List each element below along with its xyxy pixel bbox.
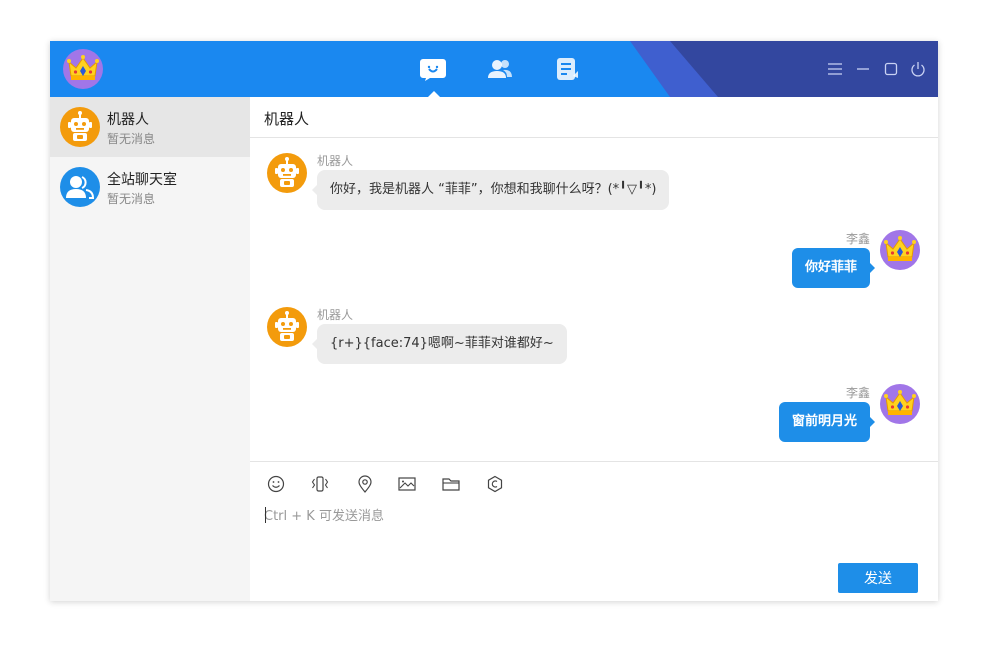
notes-icon: [557, 58, 578, 80]
chat-header: 机器人: [250, 97, 938, 138]
message-bubble-incoming: {r+}{face:74}嗯啊~菲菲对谁都好~: [312, 324, 567, 364]
chat-bubble-icon: [420, 59, 446, 81]
robot-avatar: [60, 107, 100, 147]
code-button[interactable]: [485, 474, 505, 494]
conversation-name: 全站聊天室: [107, 172, 177, 188]
crown-icon: [880, 230, 920, 270]
contacts-icon: [488, 60, 512, 78]
conversation-item-robot[interactable]: 机器人 暂无消息: [50, 97, 250, 157]
sender-name: 李鑫: [845, 232, 870, 246]
group-icon: [66, 176, 95, 199]
shake-icon: [311, 476, 329, 492]
location-button[interactable]: [355, 474, 375, 494]
minimize-icon: [857, 68, 869, 70]
power-button[interactable]: [908, 59, 928, 79]
maximize-button[interactable]: [881, 59, 901, 79]
message-bubble-incoming: 你好，我是机器人 “菲菲”，你想和我聊什么呀？(*╹▽╹*): [311, 170, 670, 210]
user-avatar[interactable]: [63, 49, 103, 89]
tab-contacts[interactable]: [486, 56, 514, 82]
maximize-icon: [884, 62, 898, 76]
text-caret: [265, 507, 266, 523]
conversation-item-chatroom[interactable]: 全站聊天室 暂无消息: [50, 157, 250, 217]
settings-icon: [487, 475, 503, 493]
conversation-preview: 暂无消息: [107, 192, 156, 206]
robot-icon: [60, 107, 100, 147]
tab-notes[interactable]: [553, 56, 581, 82]
chat-window: 机器人 暂无消息 全站聊天室 暂无消息 机器人 机器人 你好，我是机器人 “菲菲…: [50, 41, 938, 601]
menu-icon: [828, 63, 842, 75]
minimize-button[interactable]: [853, 59, 873, 79]
crown-icon: [63, 49, 103, 89]
conversation-list: 机器人 暂无消息 全站聊天室 暂无消息: [50, 97, 250, 601]
file-button[interactable]: [441, 474, 461, 494]
emoji-button[interactable]: [266, 474, 286, 494]
send-button[interactable]: 发送: [838, 563, 918, 593]
top-bar: [50, 41, 938, 97]
robot-icon: [267, 307, 307, 347]
image-icon: [398, 477, 416, 491]
robot-avatar[interactable]: [267, 153, 307, 193]
user-avatar[interactable]: [880, 384, 920, 424]
message-bubble-outgoing: 窗前明月光: [778, 402, 876, 442]
conversation-preview: 暂无消息: [107, 132, 156, 146]
robot-icon: [267, 153, 307, 193]
group-avatar: [60, 167, 100, 207]
chat-panel: 机器人 机器人 你好，我是机器人 “菲菲”，你想和我聊什么呀？(*╹▽╹*) 李…: [250, 97, 938, 601]
sender-name: 机器人: [317, 154, 354, 168]
smiley-icon: [267, 475, 285, 493]
location-icon: [358, 475, 372, 493]
chat-title: 机器人: [264, 110, 310, 128]
tab-messages[interactable]: [419, 56, 447, 82]
menu-button[interactable]: [825, 59, 845, 79]
crown-icon: [880, 384, 920, 424]
sender-name: 李鑫: [845, 386, 870, 400]
image-button[interactable]: [397, 474, 417, 494]
robot-avatar[interactable]: [267, 307, 307, 347]
power-icon: [911, 62, 925, 77]
sender-name: 机器人: [317, 308, 354, 322]
message-bubble-outgoing: 你好菲菲: [791, 248, 876, 288]
message-input[interactable]: [264, 504, 924, 528]
shake-button[interactable]: [310, 474, 330, 494]
user-avatar[interactable]: [880, 230, 920, 270]
conversation-name: 机器人: [107, 112, 149, 128]
message-composer: 发送: [250, 461, 938, 601]
folder-icon: [442, 478, 460, 491]
